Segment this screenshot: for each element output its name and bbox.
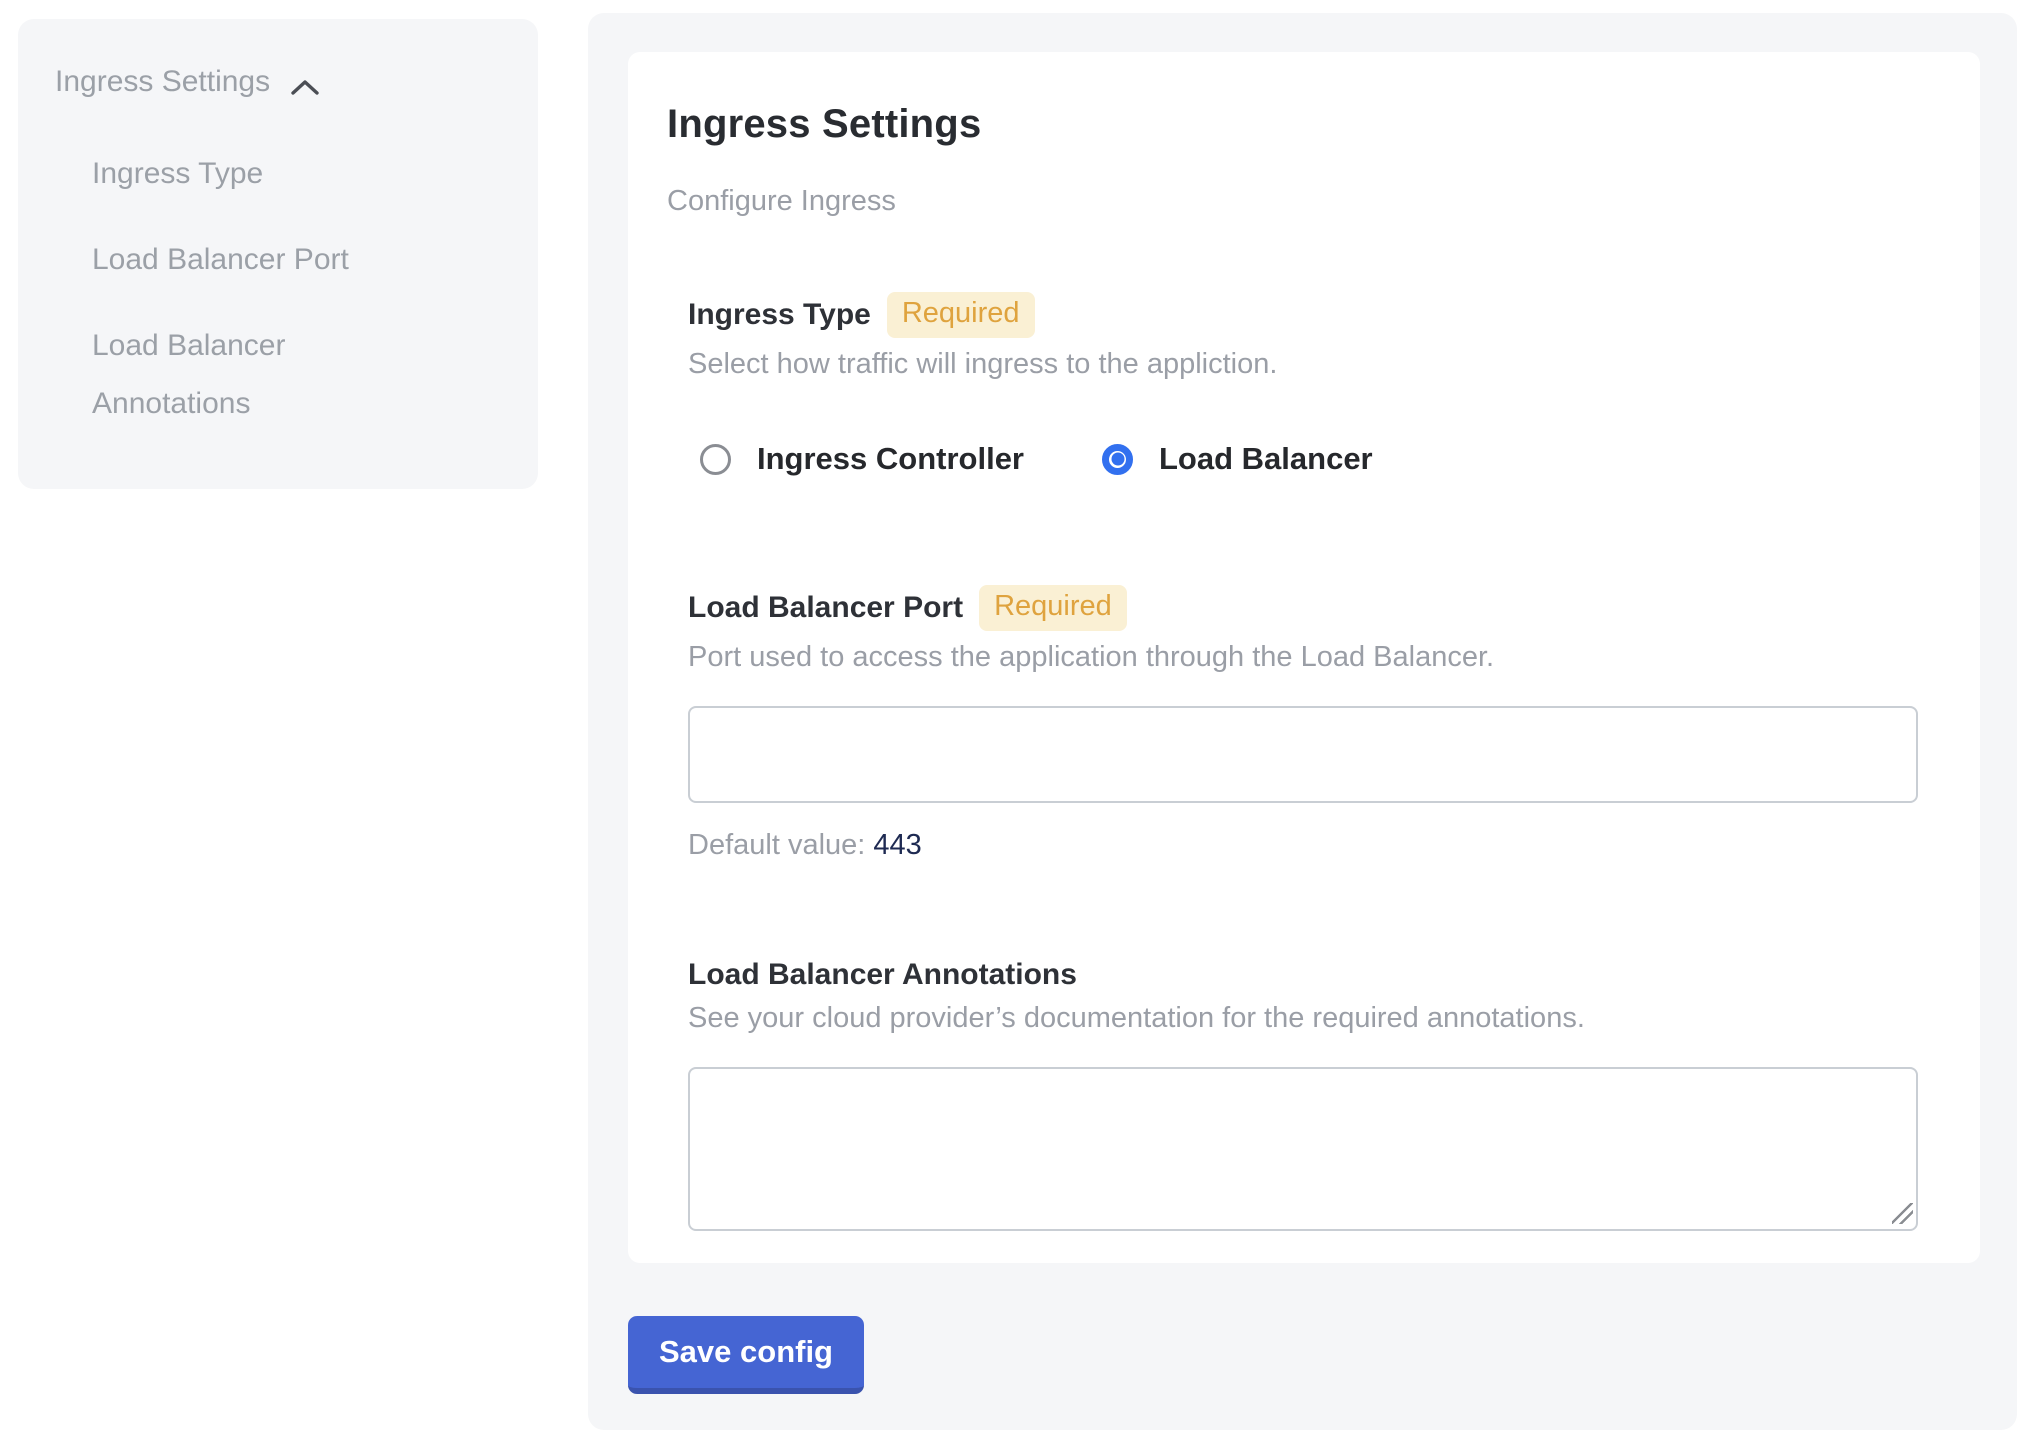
load-balancer-annotations-description: See your cloud provider’s documentation … — [688, 1002, 1918, 1035]
form-sections: Ingress Type Required Select how traffic… — [688, 292, 1918, 1231]
save-config-button[interactable]: Save config — [628, 1316, 864, 1394]
default-value: 443 — [873, 829, 921, 861]
ingress-type-label: Ingress Type — [688, 298, 871, 332]
radio-option-ingress-controller[interactable]: Ingress Controller — [700, 441, 1024, 477]
settings-sidebar: Ingress Settings Ingress Type Load Balan… — [18, 19, 538, 489]
load-balancer-port-label: Load Balancer Port — [688, 591, 963, 625]
sidebar-item-load-balancer-annotations[interactable]: Load Balancer Annotations — [92, 317, 392, 433]
ingress-type-description: Select how traffic will ingress to the a… — [688, 348, 1918, 381]
radio-option-load-balancer[interactable]: Load Balancer — [1102, 441, 1373, 477]
sidebar-group-label: Ingress Settings — [55, 65, 270, 99]
sidebar-items: Ingress Type Load Balancer Port Load Bal… — [92, 145, 508, 433]
ingress-type-radio-group: Ingress Controller Load Balancer — [700, 441, 1918, 477]
load-balancer-annotations-textarea[interactable] — [688, 1067, 1918, 1231]
sidebar-item-ingress-type[interactable]: Ingress Type — [92, 145, 392, 203]
section-load-balancer-annotations: Load Balancer Annotations See your cloud… — [688, 958, 1918, 1231]
section-load-balancer-port: Load Balancer Port Required Port used to… — [688, 585, 1918, 862]
sidebar-item-load-balancer-port[interactable]: Load Balancer Port — [92, 231, 392, 289]
main-panel: Ingress Settings Configure Ingress Ingre… — [588, 13, 2017, 1430]
radio-label-ingress-controller: Ingress Controller — [757, 441, 1024, 477]
required-badge: Required — [979, 585, 1127, 631]
chevron-up-icon — [290, 72, 320, 92]
page-subtitle: Configure Ingress — [667, 185, 1918, 218]
section-ingress-type: Ingress Type Required Select how traffic… — [688, 292, 1918, 477]
radio-unselected-icon[interactable] — [700, 444, 731, 475]
load-balancer-port-input[interactable] — [688, 706, 1918, 803]
sidebar-group-ingress-settings[interactable]: Ingress Settings — [55, 65, 508, 99]
required-badge: Required — [887, 292, 1035, 338]
radio-selected-icon[interactable] — [1102, 444, 1133, 475]
default-value-label: Default value: — [688, 829, 865, 861]
page-title: Ingress Settings — [667, 102, 1918, 147]
default-value-row: Default value:443 — [688, 829, 1918, 862]
radio-label-load-balancer: Load Balancer — [1159, 441, 1373, 477]
load-balancer-port-description: Port used to access the application thro… — [688, 641, 1918, 674]
ingress-settings-card: Ingress Settings Configure Ingress Ingre… — [628, 52, 1980, 1263]
load-balancer-annotations-label: Load Balancer Annotations — [688, 958, 1077, 992]
